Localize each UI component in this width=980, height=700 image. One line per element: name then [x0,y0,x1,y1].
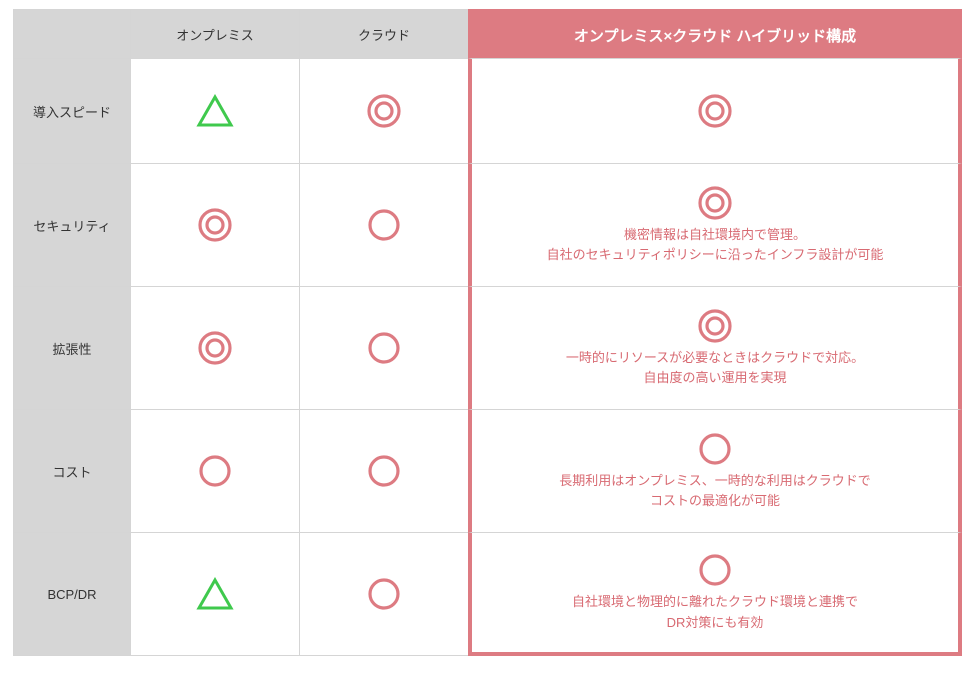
row-label: 導入スピード [13,58,131,164]
table-row: BCP/DR 自社環境と物理的に離れたクラウド環境と連携で DR対策にも有効 [14,533,966,656]
circle-icon [366,576,402,612]
double-circle-icon [697,185,733,221]
cell-onprem [130,532,300,656]
cell-cloud [299,58,469,164]
comparison-table: オンプレミス クラウド オンプレミス×クラウド ハイブリッド構成 導入スピード [14,10,966,656]
hybrid-desc: 長期利用はオンプレミス、一時的な利用はクラウドで コストの最適化が可能 [559,471,871,511]
table-row: セキュリティ 機密情報は自社環境内で管理。 自社のセキュリティポリシーに沿ったイ… [14,164,966,287]
header-cloud: クラウド [299,9,469,59]
double-circle-icon [197,330,233,366]
circle-icon [197,453,233,489]
hybrid-desc: 一時的にリソースが必要なときはクラウドで対応。 自由度の高い運用を実現 [566,348,864,388]
double-circle-icon [197,207,233,243]
cell-cloud [299,163,469,287]
cell-cloud [299,409,469,533]
cell-cloud [299,532,469,656]
cell-hybrid: 一時的にリソースが必要なときはクラウドで対応。 自由度の高い運用を実現 [468,286,962,410]
cell-cloud [299,286,469,410]
cell-hybrid: 機密情報は自社環境内で管理。 自社のセキュリティポリシーに沿ったインフラ設計が可… [468,163,962,287]
header-rowhead [13,9,131,59]
circle-icon [697,552,733,588]
table-body: 導入スピード セキュリティ [14,59,966,656]
circle-icon [366,330,402,366]
cell-onprem [130,163,300,287]
cell-onprem [130,58,300,164]
row-label: セキュリティ [13,163,131,287]
table-row: 導入スピード [14,59,966,164]
circle-icon [366,207,402,243]
table-row: コスト 長期利用はオンプレミス、一時的な利用はクラウドで コストの最適化が可能 [14,410,966,533]
row-label: BCP/DR [13,532,131,656]
table-row: 拡張性 一時的にリソースが必要なときはクラウドで対応。 自由度の高い運用を実現 [14,287,966,410]
row-label: 拡張性 [13,286,131,410]
cell-hybrid: 自社環境と物理的に離れたクラウド環境と連携で DR対策にも有効 [468,532,962,656]
header-hybrid: オンプレミス×クラウド ハイブリッド構成 [468,9,962,59]
cell-hybrid: 長期利用はオンプレミス、一時的な利用はクラウドで コストの最適化が可能 [468,409,962,533]
table-header-row: オンプレミス クラウド オンプレミス×クラウド ハイブリッド構成 [14,10,966,59]
double-circle-icon [697,308,733,344]
hybrid-desc: 自社環境と物理的に離れたクラウド環境と連携で DR対策にも有効 [572,592,858,632]
circle-icon [366,453,402,489]
cell-onprem [130,286,300,410]
triangle-icon [196,577,234,611]
double-circle-icon [366,93,402,129]
hybrid-desc: 機密情報は自社環境内で管理。 自社のセキュリティポリシーに沿ったインフラ設計が可… [547,225,884,265]
double-circle-icon [697,93,733,129]
triangle-icon [196,94,234,128]
circle-icon [697,431,733,467]
cell-onprem [130,409,300,533]
cell-hybrid [468,58,962,164]
header-onprem: オンプレミス [130,9,300,59]
row-label: コスト [13,409,131,533]
